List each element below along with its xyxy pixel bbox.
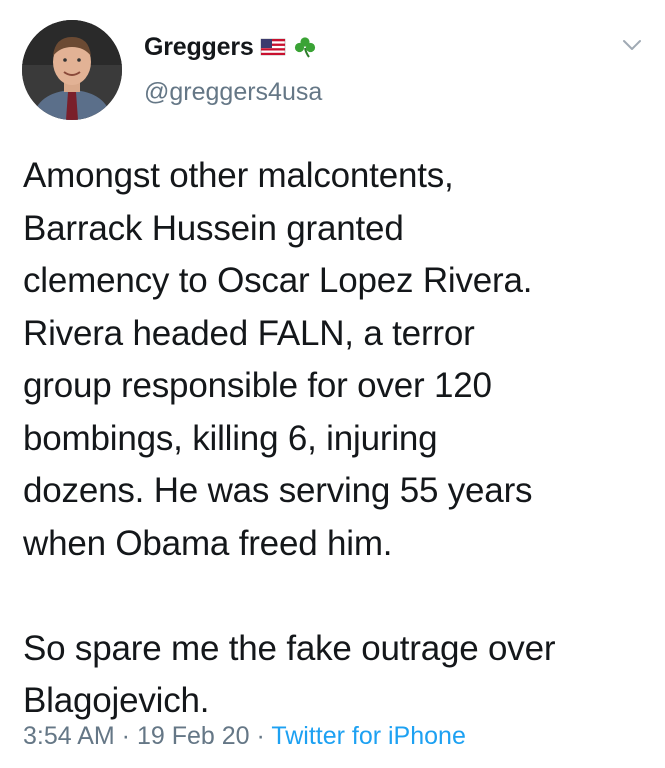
tweet-source-link[interactable]: Twitter for iPhone (271, 722, 466, 750)
tweet-text: Amongst other malcontents, Barrack Husse… (23, 150, 653, 728)
tweet-paragraph: So spare me the fake outrage over Blagoj… (23, 628, 556, 721)
tweet-paragraph: Amongst other malcontents, Barrack Husse… (23, 156, 533, 563)
us-flag-icon (260, 36, 286, 58)
meta-separator: · (114, 722, 137, 750)
tweet-meta: 3:54 AM · 19 Feb 20 · Twitter for iPhone (23, 722, 466, 751)
author-display-name[interactable]: Greggers (144, 33, 254, 62)
author-handle[interactable]: @greggers4usa (144, 78, 322, 107)
chevron-down-icon[interactable] (620, 36, 644, 54)
meta-separator: · (249, 722, 272, 750)
tweet-time[interactable]: 3:54 AM (23, 722, 115, 750)
avatar-image (22, 20, 122, 120)
tweet-card: Greggers @greggers4usa Amongst other mal… (0, 0, 665, 768)
shamrock-icon (292, 36, 318, 58)
tweet-date[interactable]: 19 Feb 20 (137, 722, 250, 750)
avatar[interactable] (22, 20, 122, 120)
author-name-row[interactable]: Greggers (144, 30, 318, 64)
